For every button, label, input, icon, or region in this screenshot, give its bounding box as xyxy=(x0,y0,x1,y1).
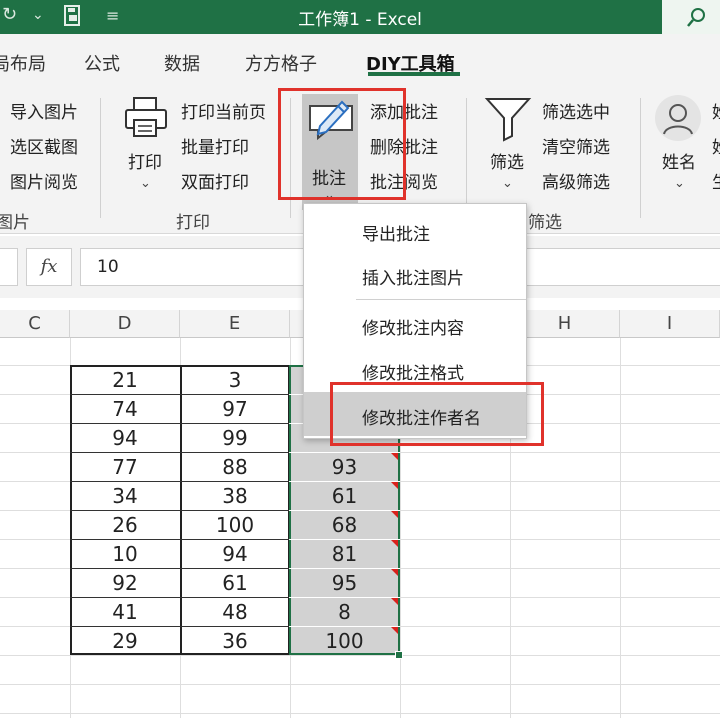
comment-indicator-icon xyxy=(391,627,398,634)
name-item-cut[interactable]: 姓 xyxy=(712,133,720,158)
cell-e[interactable]: 38 xyxy=(180,482,290,511)
group-label-picture: 图片 xyxy=(0,213,30,233)
person-icon xyxy=(655,95,701,141)
cell-d[interactable]: 94 xyxy=(70,424,180,453)
menu-item-label: 修改批注格式 xyxy=(362,364,464,384)
comment-indicator-icon xyxy=(391,540,398,547)
cell-e[interactable]: 3 xyxy=(180,366,290,395)
chevron-down-icon: ⌄ xyxy=(674,176,685,191)
cell-e[interactable]: 100 xyxy=(180,511,290,540)
name-button[interactable]: 姓名 ⌄ xyxy=(652,94,708,204)
menu-item-insert-comment-picture[interactable]: 插入批注图片 xyxy=(304,252,526,296)
search-box[interactable] xyxy=(662,0,720,34)
tab-formulas[interactable]: 公式 xyxy=(84,50,120,76)
window-title: 工作簿1 - Excel xyxy=(298,10,422,30)
chevron-down-icon: ⌄ xyxy=(502,176,513,191)
column-header-i[interactable]: I xyxy=(620,310,720,338)
filter-button-label: 筛选 xyxy=(490,153,524,173)
column-header-d[interactable]: D xyxy=(70,310,180,338)
cell-d[interactable]: 26 xyxy=(70,511,180,540)
print-button[interactable]: 打印 ⌄ xyxy=(118,94,174,204)
filter-selected-button[interactable]: 筛选选中 xyxy=(542,98,610,123)
cell-d[interactable]: 29 xyxy=(70,627,180,656)
name-item-cut[interactable]: 姓 xyxy=(712,98,720,123)
name-box[interactable] xyxy=(0,248,18,286)
clear-filter-button[interactable]: 清空筛选 xyxy=(542,133,610,158)
cell-f[interactable]: 81 xyxy=(289,540,400,569)
group-label-print: 打印 xyxy=(176,213,210,233)
batch-print-button[interactable]: 批量打印 xyxy=(181,133,249,158)
cell-e[interactable]: 61 xyxy=(180,569,290,598)
fill-handle[interactable] xyxy=(395,651,403,659)
cell-f[interactable]: 8 xyxy=(289,598,400,627)
cell-f[interactable]: 95 xyxy=(289,569,400,598)
cell-e[interactable]: 99 xyxy=(180,424,290,453)
menu-item-export-comments[interactable]: 导出批注 xyxy=(304,208,526,252)
formula-value: 10 xyxy=(97,257,119,277)
name-item-cut[interactable]: 生 xyxy=(712,168,720,193)
group-separator xyxy=(100,98,101,218)
cell-f[interactable]: 61 xyxy=(289,482,400,511)
menu-item-label: 插入批注图片 xyxy=(362,269,464,289)
insert-function-button[interactable]: fx xyxy=(26,248,72,286)
comment-indicator-icon xyxy=(391,598,398,605)
title-bar: ↻ ⌄ ≡ 工作簿1 - Excel xyxy=(0,0,720,34)
tab-fangfang[interactable]: 方方格子 xyxy=(245,50,317,76)
cell-d[interactable]: 92 xyxy=(70,569,180,598)
cell-e[interactable]: 97 xyxy=(180,395,290,424)
cell-e[interactable]: 88 xyxy=(180,453,290,482)
cell-d[interactable]: 74 xyxy=(70,395,180,424)
import-picture-button[interactable]: 导入图片 xyxy=(10,98,78,123)
menu-item-edit-comment-content[interactable]: 修改批注内容 xyxy=(304,302,526,346)
chevron-down-icon: ⌄ xyxy=(140,176,151,191)
group-separator xyxy=(640,98,641,218)
grid-line xyxy=(0,684,720,685)
filter-button[interactable]: 筛选 ⌄ xyxy=(480,94,536,204)
print-button-label: 打印 xyxy=(128,153,162,173)
cell-d[interactable]: 77 xyxy=(70,453,180,482)
cell-f[interactable]: 68 xyxy=(289,511,400,540)
menu-item-label: 修改批注内容 xyxy=(362,319,464,339)
search-icon xyxy=(687,8,705,27)
column-header-c[interactable]: C xyxy=(0,310,70,338)
cell-d[interactable]: 10 xyxy=(70,540,180,569)
ribbon-tabs: 局布局 公式 数据 方方格子 DIY工具箱 xyxy=(0,34,720,80)
cell-d[interactable]: 41 xyxy=(70,598,180,627)
group-label-filter: 筛选 xyxy=(528,213,562,233)
group-separator xyxy=(466,98,467,218)
comment-indicator-icon xyxy=(391,453,398,460)
comment-indicator-icon xyxy=(391,569,398,576)
comment-highlight-box xyxy=(278,88,406,200)
cell-f[interactable]: 100 xyxy=(289,627,400,656)
grid-line xyxy=(620,338,621,718)
tab-page-layout[interactable]: 局布局 xyxy=(0,50,46,76)
cell-e[interactable]: 36 xyxy=(180,627,290,656)
cell-e[interactable]: 94 xyxy=(180,540,290,569)
cell-d[interactable]: 34 xyxy=(70,482,180,511)
screenshot-selection-button[interactable]: 选区截图 xyxy=(10,133,78,158)
author-item-highlight-box xyxy=(330,382,544,446)
comment-indicator-icon xyxy=(391,511,398,518)
print-current-page-button[interactable]: 打印当前页 xyxy=(181,98,266,123)
active-tab-indicator xyxy=(368,72,460,76)
cell-d[interactable]: 21 xyxy=(70,366,180,395)
cell-e[interactable]: 48 xyxy=(180,598,290,627)
funnel-icon xyxy=(484,98,532,142)
printer-icon xyxy=(125,97,167,137)
tab-data[interactable]: 数据 xyxy=(164,50,200,76)
picture-viewer-button[interactable]: 图片阅览 xyxy=(10,168,78,193)
comment-indicator-icon xyxy=(391,482,398,489)
grid-line xyxy=(0,713,720,714)
cell-f[interactable]: 93 xyxy=(289,453,400,482)
name-button-label: 姓名 xyxy=(662,153,696,173)
advanced-filter-button[interactable]: 高级筛选 xyxy=(542,168,610,193)
menu-separator xyxy=(356,299,526,300)
duplex-print-button[interactable]: 双面打印 xyxy=(181,168,249,193)
column-header-e[interactable]: E xyxy=(180,310,290,338)
menu-item-label: 导出批注 xyxy=(362,225,430,245)
